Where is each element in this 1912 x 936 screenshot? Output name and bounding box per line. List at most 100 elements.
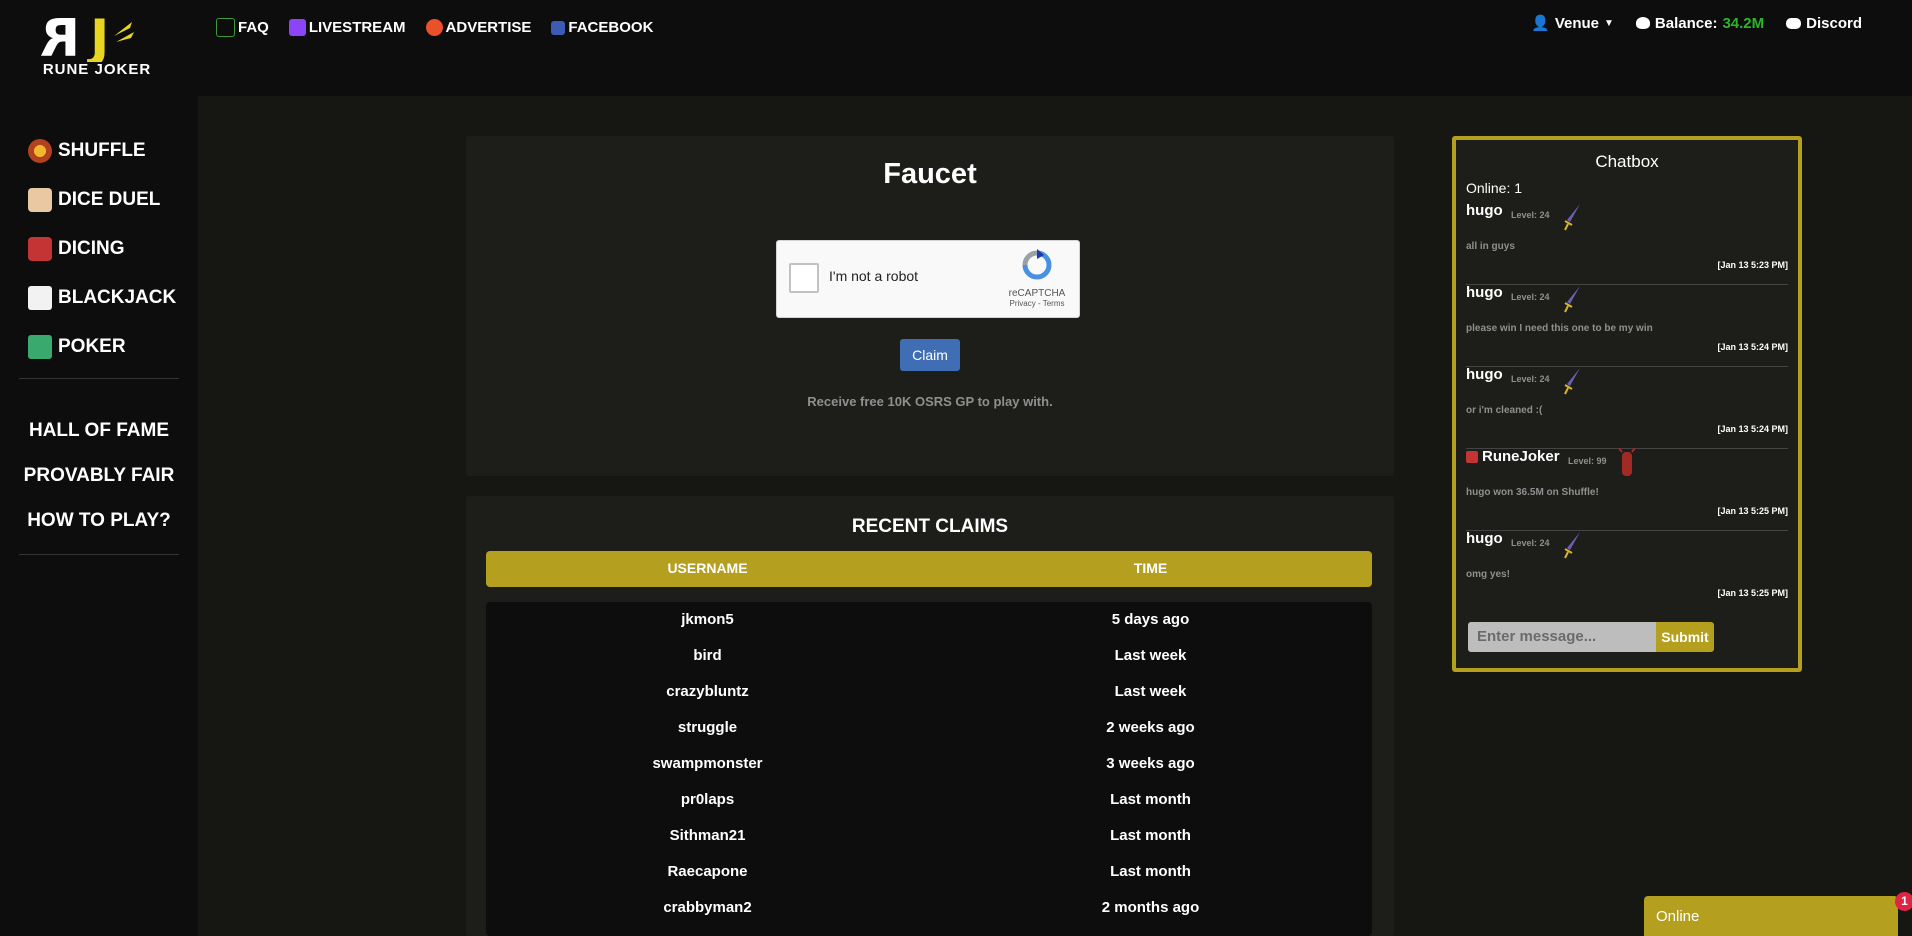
discord-icon <box>1786 17 1802 29</box>
chat-username[interactable]: hugo <box>1466 284 1503 301</box>
recaptcha-widget: I'm not a robot reCAPTCHA Privacy - Term… <box>776 240 1080 318</box>
coin-icon <box>1635 17 1650 29</box>
cell-username: Raecapone <box>667 863 748 880</box>
sword-icon <box>1564 286 1580 313</box>
nav-faq[interactable]: FAQ <box>216 18 269 37</box>
balance-label: Balance: <box>1654 14 1718 32</box>
chat-level: Level: 24 <box>1511 374 1550 384</box>
sidebar-item-shuffle[interactable]: SHUFFLE <box>28 126 176 175</box>
sidebar-item-provably-fair[interactable]: PROVABLY FAIR <box>0 453 198 498</box>
cell-time: Last week <box>1114 647 1187 664</box>
chat-message: hugo Level: 24 all in guys [Jan 13 5:23 … <box>1466 202 1788 285</box>
chat-level: Level: 99 <box>1568 456 1607 466</box>
sidebar-item-blackjack[interactable]: BLACKJACK <box>28 273 176 322</box>
nav-facebook-label: FACEBOOK <box>568 19 654 36</box>
faucet-note: Receive free 10K OSRS GP to play with. <box>807 394 1053 409</box>
table-row: Sithman21 Last month <box>486 818 1372 854</box>
chat-time: [Jan 13 5:25 PM] <box>1717 588 1788 598</box>
nav-livestream-label: LIVESTREAM <box>308 19 406 36</box>
nav-advertise-label: ADVERTISE <box>445 19 532 36</box>
sidebar-item-label: BLACKJACK <box>58 286 177 308</box>
blackjack-icon <box>28 285 52 310</box>
chatbox-title: Chatbox <box>1595 152 1659 171</box>
chat-username[interactable]: hugo <box>1466 202 1503 219</box>
nav-advertise[interactable]: ADVERTISE <box>425 18 532 37</box>
chatbox: Chatbox Online: 1 hugo Level: 24 all in … <box>1452 136 1802 672</box>
page-title: Faucet <box>883 158 977 190</box>
cell-username: struggle <box>677 719 738 736</box>
claims-table-body: jkmon5 5 days ago bird Last week crazybl… <box>486 602 1372 936</box>
sidebar-item-dice-duel[interactable]: DICE DUEL <box>28 175 176 224</box>
cell-time: 5 days ago <box>1111 611 1190 628</box>
chat-user[interactable]: RuneJoker <box>1466 448 1560 465</box>
column-header-time: TIME <box>1133 560 1168 576</box>
captcha-terms[interactable]: Privacy - Terms <box>1007 299 1067 308</box>
table-row: bird Last week <box>486 638 1372 674</box>
nav-facebook[interactable]: FACEBOOK <box>551 18 653 37</box>
online-widget-label: Online <box>1656 908 1700 925</box>
demon-icon <box>1618 448 1636 476</box>
chat-text: or i'm cleaned :( <box>1466 405 1543 416</box>
admin-badge-icon <box>1466 450 1478 463</box>
balance-display[interactable]: Balance: 34.2M <box>1635 14 1764 32</box>
chat-submit-button[interactable]: Submit <box>1656 622 1714 652</box>
table-row: crazybluntz Last week <box>486 674 1372 710</box>
captcha-checkbox[interactable] <box>789 263 819 293</box>
cell-username: swampmonster <box>652 755 763 772</box>
sidebar-item-dicing[interactable]: DICING <box>28 224 176 273</box>
table-row: Raecapone Last month <box>486 854 1372 890</box>
dicing-icon <box>28 236 52 261</box>
top-nav: FAQ LIVESTREAM ADVERTISE FACEBOOK <box>216 18 653 37</box>
logo-text: RUNE JOKER <box>42 61 152 78</box>
chat-time: [Jan 13 5:25 PM] <box>1717 506 1788 516</box>
sword-icon <box>1564 368 1580 395</box>
table-row: crabbyman2 2 months ago <box>486 890 1372 926</box>
cell-username: bird <box>693 647 722 664</box>
chat-level: Level: 24 <box>1511 210 1550 220</box>
discord-link[interactable]: Discord <box>1786 14 1862 32</box>
user-icon: 👤 <box>1531 15 1550 32</box>
faucet-card: Faucet I'm not a robot reCAPTCHA Privacy… <box>466 136 1394 476</box>
caret-down-icon: ▼ <box>1604 17 1614 29</box>
chat-message-input[interactable]: Enter message... <box>1468 622 1656 652</box>
sidebar-item-poker[interactable]: POKER <box>28 322 176 371</box>
sword-icon <box>1564 204 1580 231</box>
cell-time: 2 months ago <box>1101 899 1200 916</box>
sidebar-item-how-to-play[interactable]: HOW TO PLAY? <box>0 498 198 543</box>
rune-joker-logo[interactable]: R J RUNE JOKER <box>34 9 160 78</box>
table-row: struggle 2 weeks ago <box>486 710 1372 746</box>
header: R J RUNE JOKER FAQ LIVESTREAM ADVERTISE … <box>0 0 1912 96</box>
cell-time: Last month <box>1110 791 1191 808</box>
chat-level: Level: 24 <box>1511 538 1550 548</box>
chat-time: [Jan 13 5:24 PM] <box>1717 342 1788 352</box>
table-row: jkmon5 5 days ago <box>486 602 1372 638</box>
claim-button[interactable]: Claim <box>900 339 960 371</box>
sword-icon <box>1564 532 1580 559</box>
column-header-username: USERNAME <box>667 560 748 576</box>
sidebar-item-hall-of-fame[interactable]: HALL OF FAME <box>0 408 198 453</box>
top-right-bar: 👤 Venue ▼ Balance: 34.2M Discord <box>1531 14 1862 33</box>
nav-faq-label: FAQ <box>238 19 269 36</box>
cell-time: Last month <box>1110 863 1191 880</box>
sidebar-item-label: DICING <box>58 237 125 259</box>
user-name: Venue <box>1554 14 1599 32</box>
sidebar-divider <box>19 554 179 555</box>
chat-text: hugo won 36.5M on Shuffle! <box>1466 487 1599 498</box>
cell-time: 2 weeks ago <box>1106 719 1195 736</box>
online-widget[interactable]: Online <box>1644 896 1898 936</box>
game-list: SHUFFLE DICE DUEL DICING BLACKJACK POKER <box>28 126 176 371</box>
cell-username: Sithman21 <box>669 827 746 844</box>
captcha-brand-name: reCAPTCHA <box>1008 288 1066 299</box>
chat-username[interactable]: hugo <box>1466 530 1503 547</box>
recent-claims-card: RECENT CLAIMS USERNAME TIME jkmon5 5 day… <box>466 496 1394 936</box>
user-menu[interactable]: 👤 Venue ▼ <box>1531 14 1614 33</box>
recaptcha-icon <box>1022 249 1052 280</box>
cell-username: pr0laps <box>680 791 735 808</box>
sidebar-links: HALL OF FAME PROVABLY FAIR HOW TO PLAY? <box>0 408 198 543</box>
nav-livestream[interactable]: LIVESTREAM <box>288 18 406 37</box>
chat-username[interactable]: hugo <box>1466 366 1503 383</box>
table-row: pr0laps Last month <box>486 782 1372 818</box>
cell-username: crazybluntz <box>666 683 749 700</box>
chat-message: hugo Level: 24 omg yes! [Jan 13 5:25 PM] <box>1466 530 1788 612</box>
svg-text:R: R <box>40 14 80 62</box>
